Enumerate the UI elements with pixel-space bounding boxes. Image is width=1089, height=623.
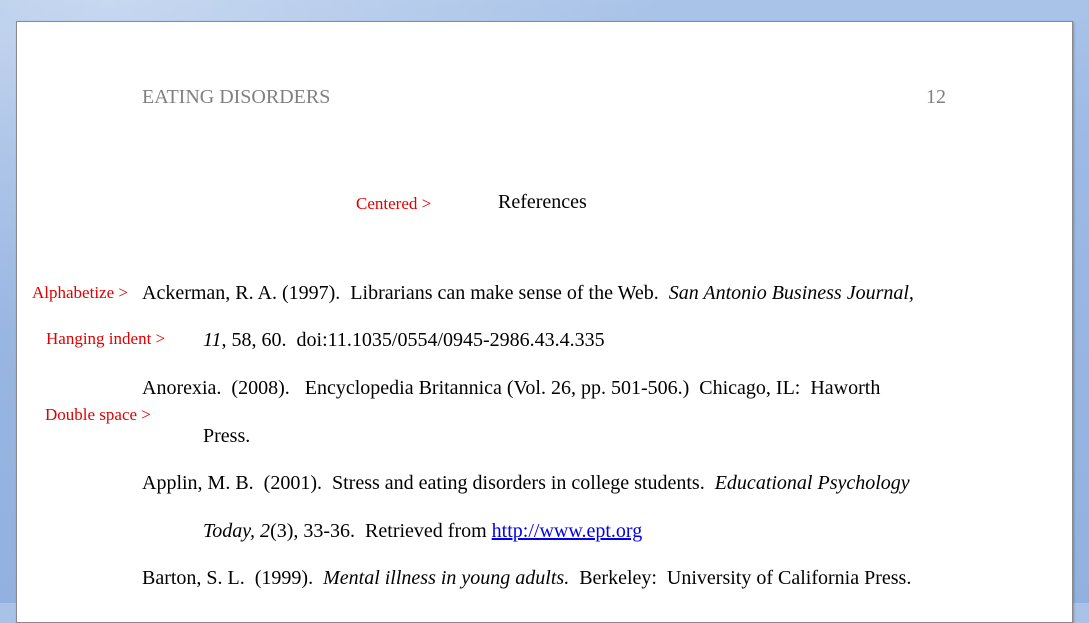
reference-entry-anorexia-line2: Press. (203, 426, 250, 446)
reference-entry-barton-line1: Barton, S. L. (1999). Mental illness in … (142, 568, 911, 588)
reference-volume: 11 (203, 329, 222, 351)
annotation-alphabetize: Alphabetize > (32, 283, 128, 302)
page-number: 12 (926, 86, 946, 108)
reference-entry-ackerman-line1: Ackerman, R. A. (1997). Librarians can m… (142, 283, 914, 303)
reference-text: Berkeley: University of California Press… (569, 567, 912, 589)
reference-text: Barton, S. L. (1999). (142, 567, 324, 589)
reference-url-link[interactable]: http://www.ept.org (492, 520, 643, 542)
annotation-double-space: Double space > (45, 405, 151, 424)
running-head: EATING DISORDERS (142, 86, 331, 108)
reference-journal-title-cont: Today, 2 (203, 520, 271, 542)
reference-text: , 58, 60. doi:11.1035/0554/0945-2986.43.… (221, 329, 605, 351)
reference-text: Applin, M. B. (2001). Stress and eating … (142, 472, 715, 494)
reference-text: Press. (203, 425, 251, 447)
reference-entry-applin-line2: Today, 2(3), 33-36. Retrieved from http:… (203, 521, 642, 541)
reference-entry-ackerman-line2: 11, 58, 60. doi:11.1035/0554/0945-2986.4… (203, 330, 605, 350)
reference-text: (3), 33-36. Retrieved from (270, 520, 492, 542)
annotation-centered: Centered > (356, 194, 432, 213)
reference-entry-applin-line1: Applin, M. B. (2001). Stress and eating … (142, 473, 910, 493)
document-page[interactable]: EATING DISORDERS 12 Centered > Reference… (16, 21, 1073, 623)
annotation-hanging-indent: Hanging indent > (46, 329, 166, 348)
reference-journal-title: San Antonio Business Journal, (668, 282, 914, 304)
reference-book-title: Mental illness in young adults. (323, 567, 570, 589)
reference-journal-title: Educational Psychology (714, 472, 910, 494)
references-heading: References (498, 191, 587, 213)
reference-text: Anorexia. (2008). Encyclopedia Britannic… (142, 377, 881, 399)
reference-text: Ackerman, R. A. (1997). Librarians can m… (142, 282, 669, 304)
reference-entry-anorexia-line1: Anorexia. (2008). Encyclopedia Britannic… (142, 378, 880, 398)
